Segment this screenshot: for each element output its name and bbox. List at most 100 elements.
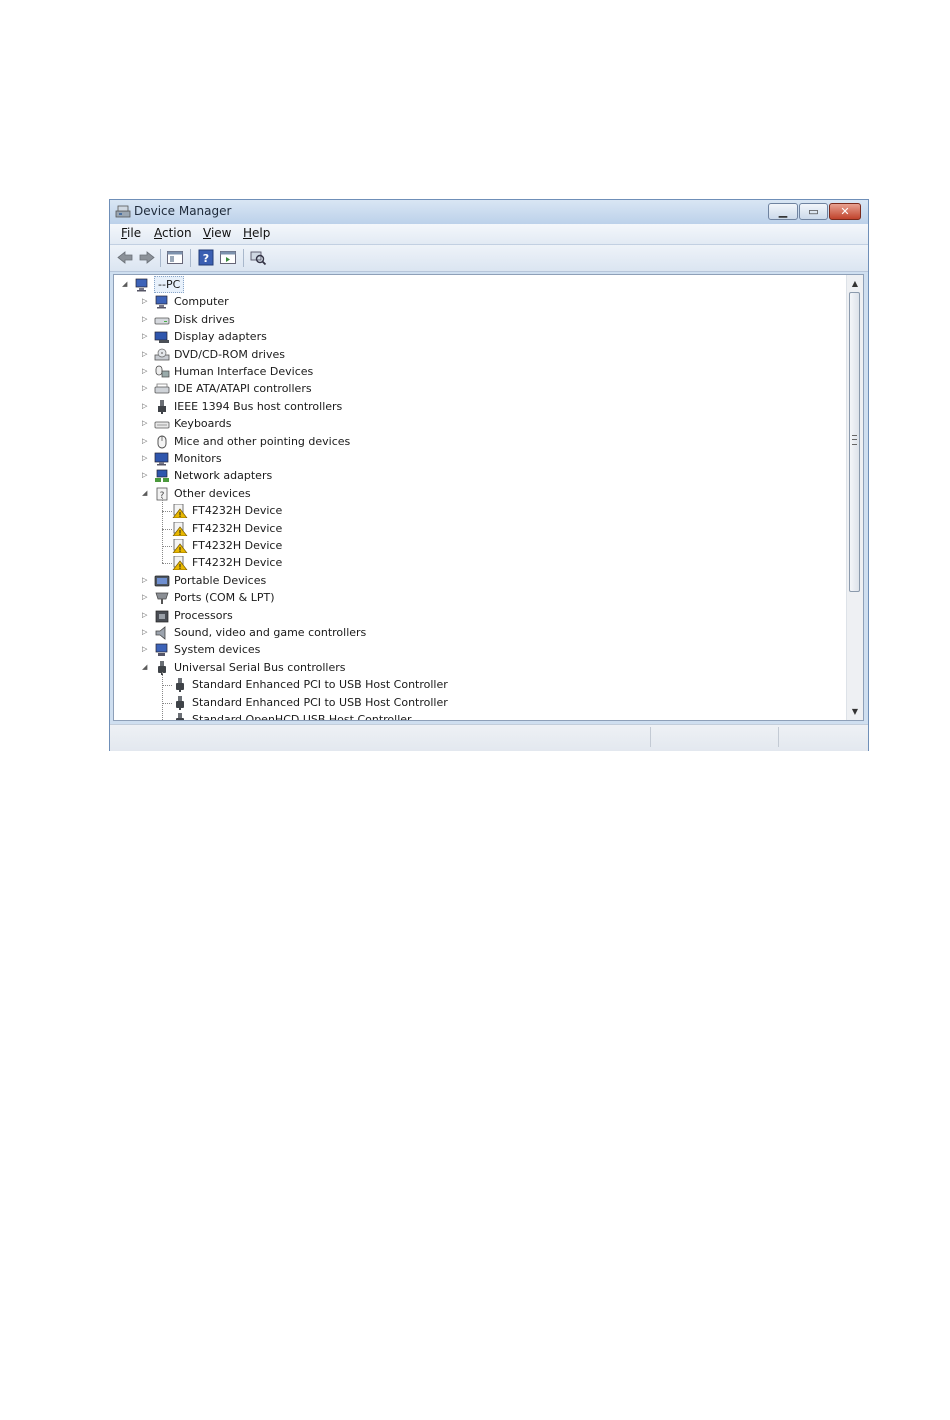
tree-category-label: Sound, video and game controllers: [174, 626, 367, 639]
help-icon[interactable]: ?: [197, 249, 215, 266]
device-manager-icon: [115, 205, 131, 218]
maximize-button[interactable]: ▭: [799, 203, 828, 220]
keyboard-icon: [154, 421, 170, 429]
tree-category-label: Other devices: [174, 486, 251, 500]
scroll-down-arrow-icon[interactable]: ▼: [847, 703, 863, 720]
toolbar-separator: [190, 249, 191, 267]
expand-arrow-icon[interactable]: ▷: [142, 589, 150, 606]
expand-arrow-icon[interactable]: ▷: [142, 363, 150, 380]
tree-device[interactable]: FT4232H Device: [114, 502, 834, 519]
tree-category-label: Processors: [174, 608, 233, 622]
warning-device-icon: [172, 504, 188, 519]
tree-device[interactable]: Standard OpenHCD USB Host Controller: [114, 711, 834, 720]
collapse-arrow-icon[interactable]: ◢: [122, 276, 130, 293]
expand-arrow-icon[interactable]: ▷: [142, 433, 150, 450]
tree-category[interactable]: ▷ IEEE 1394 Bus host controllers: [114, 398, 834, 415]
tree-category-label: Disk drives: [174, 312, 235, 326]
tree-category[interactable]: ◢? Other devices: [114, 485, 834, 502]
close-button[interactable]: ✕: [829, 203, 861, 220]
menu-file[interactable]: File: [121, 226, 141, 240]
tree-device[interactable]: FT4232H Device: [114, 554, 834, 571]
tree-device[interactable]: Standard Enhanced PCI to USB Host Contro…: [114, 694, 834, 711]
tree-device-label: FT4232H Device: [192, 539, 283, 552]
menu-action[interactable]: Action: [154, 226, 192, 240]
show-hide-console-tree-icon[interactable]: [166, 249, 184, 266]
portable-device-icon: [154, 575, 170, 587]
disk-drive-icon: [154, 317, 170, 325]
tree-category[interactable]: ▷ Display adapters: [114, 328, 834, 345]
tree-category[interactable]: ▷ Human Interface Devices: [114, 363, 834, 380]
menu-view[interactable]: View: [203, 226, 231, 240]
vertical-scrollbar[interactable]: ▲ ▼: [846, 275, 863, 720]
expand-arrow-icon[interactable]: ▷: [142, 641, 150, 658]
tree-category[interactable]: ▷ Ports (COM & LPT): [114, 589, 834, 606]
expand-arrow-icon[interactable]: ▷: [142, 293, 150, 310]
tree-category[interactable]: ▷ Portable Devices: [114, 572, 834, 589]
expand-arrow-icon[interactable]: ▷: [142, 624, 150, 641]
forward-icon[interactable]: [138, 249, 156, 266]
tree-category-label: Computer: [174, 295, 229, 309]
tree-category[interactable]: ▷ Monitors: [114, 450, 834, 467]
menu-bar: File Action View Help: [110, 224, 868, 245]
tree-category[interactable]: ▷ Network adapters: [114, 467, 834, 484]
usb-icon: [176, 678, 184, 693]
tree-device-label: Standard Enhanced PCI to USB Host Contro…: [192, 695, 448, 709]
tree-category[interactable]: ▷ Processors: [114, 607, 834, 624]
tree-category[interactable]: ▷ System devices: [114, 641, 834, 658]
tree-category[interactable]: ▷ Sound, video and game controllers: [114, 624, 834, 641]
tree-connector: [162, 720, 172, 721]
tree-category-label: DVD/CD-ROM drives: [174, 347, 285, 361]
tree-device[interactable]: Standard Enhanced PCI to USB Host Contro…: [114, 676, 834, 693]
expand-arrow-icon[interactable]: ▷: [142, 572, 150, 589]
scroll-up-arrow-icon[interactable]: ▲: [847, 275, 863, 292]
tree-category[interactable]: ◢ Universal Serial Bus controllers: [114, 659, 834, 676]
display-adapter-icon: [154, 331, 169, 344]
device-manager-window: Device Manager ▁ ▭ ✕ File Action View He…: [109, 199, 869, 751]
menu-help[interactable]: Help: [243, 226, 270, 240]
tree-category[interactable]: ▷ DVD/CD-ROM drives: [114, 346, 834, 363]
tree-category-label: Monitors: [174, 452, 222, 465]
expand-arrow-icon[interactable]: ▷: [142, 311, 150, 328]
tree-device-label: FT4232H Device: [192, 504, 283, 518]
tree-root[interactable]: ◢ --PC: [114, 276, 834, 293]
tree-category[interactable]: ▷ Mice and other pointing devices: [114, 433, 834, 450]
tree-category-label: IDE ATA/ATAPI controllers: [174, 382, 312, 396]
expand-arrow-icon[interactable]: ▷: [142, 467, 150, 484]
status-pane: [650, 727, 651, 747]
processor-icon: [155, 610, 169, 622]
collapse-arrow-icon[interactable]: ◢: [142, 485, 150, 502]
tree-category[interactable]: ▷ Computer: [114, 293, 834, 310]
collapse-arrow-icon[interactable]: ◢: [142, 659, 150, 676]
tree-connector: [162, 511, 172, 513]
scrollbar-thumb[interactable]: [849, 292, 860, 592]
title-bar[interactable]: Device Manager ▁ ▭ ✕: [110, 200, 868, 224]
back-icon[interactable]: [116, 249, 134, 266]
properties-icon[interactable]: [219, 249, 237, 266]
expand-arrow-icon[interactable]: ▷: [142, 415, 150, 432]
tree-device[interactable]: FT4232H Device: [114, 537, 834, 554]
expand-arrow-icon[interactable]: ▷: [142, 398, 150, 415]
usb-icon: [176, 713, 184, 720]
tree-category[interactable]: ▷ Keyboards: [114, 415, 834, 432]
tree-category[interactable]: ▷ IDE ATA/ATAPI controllers: [114, 380, 834, 397]
tree-device-label: Standard Enhanced PCI to USB Host Contro…: [192, 678, 448, 692]
tree-category-label: IEEE 1394 Bus host controllers: [174, 399, 343, 413]
tree-category-label: System devices: [174, 643, 261, 657]
tree-category[interactable]: ▷ Disk drives: [114, 311, 834, 328]
expand-arrow-icon[interactable]: ▷: [142, 328, 150, 345]
expand-arrow-icon[interactable]: ▷: [142, 380, 150, 397]
tree-device[interactable]: FT4232H Device: [114, 520, 834, 537]
usb-icon: [176, 695, 184, 710]
warning-device-icon: [172, 521, 188, 536]
tree-connector: [162, 498, 163, 564]
expand-arrow-icon[interactable]: ▷: [142, 607, 150, 624]
close-icon: ✕: [840, 205, 850, 218]
tree-connector: [162, 685, 172, 687]
tree-connector: [162, 528, 172, 530]
scan-hardware-icon[interactable]: [249, 249, 267, 266]
dvd-drive-icon: [154, 348, 170, 360]
minimize-button[interactable]: ▁: [768, 203, 798, 220]
expand-arrow-icon[interactable]: ▷: [142, 450, 150, 467]
expand-arrow-icon[interactable]: ▷: [142, 346, 150, 363]
device-tree-view[interactable]: ◢ --PC ▷ Computer ▷ Disk drives ▷ Display adapt…: [113, 274, 864, 721]
